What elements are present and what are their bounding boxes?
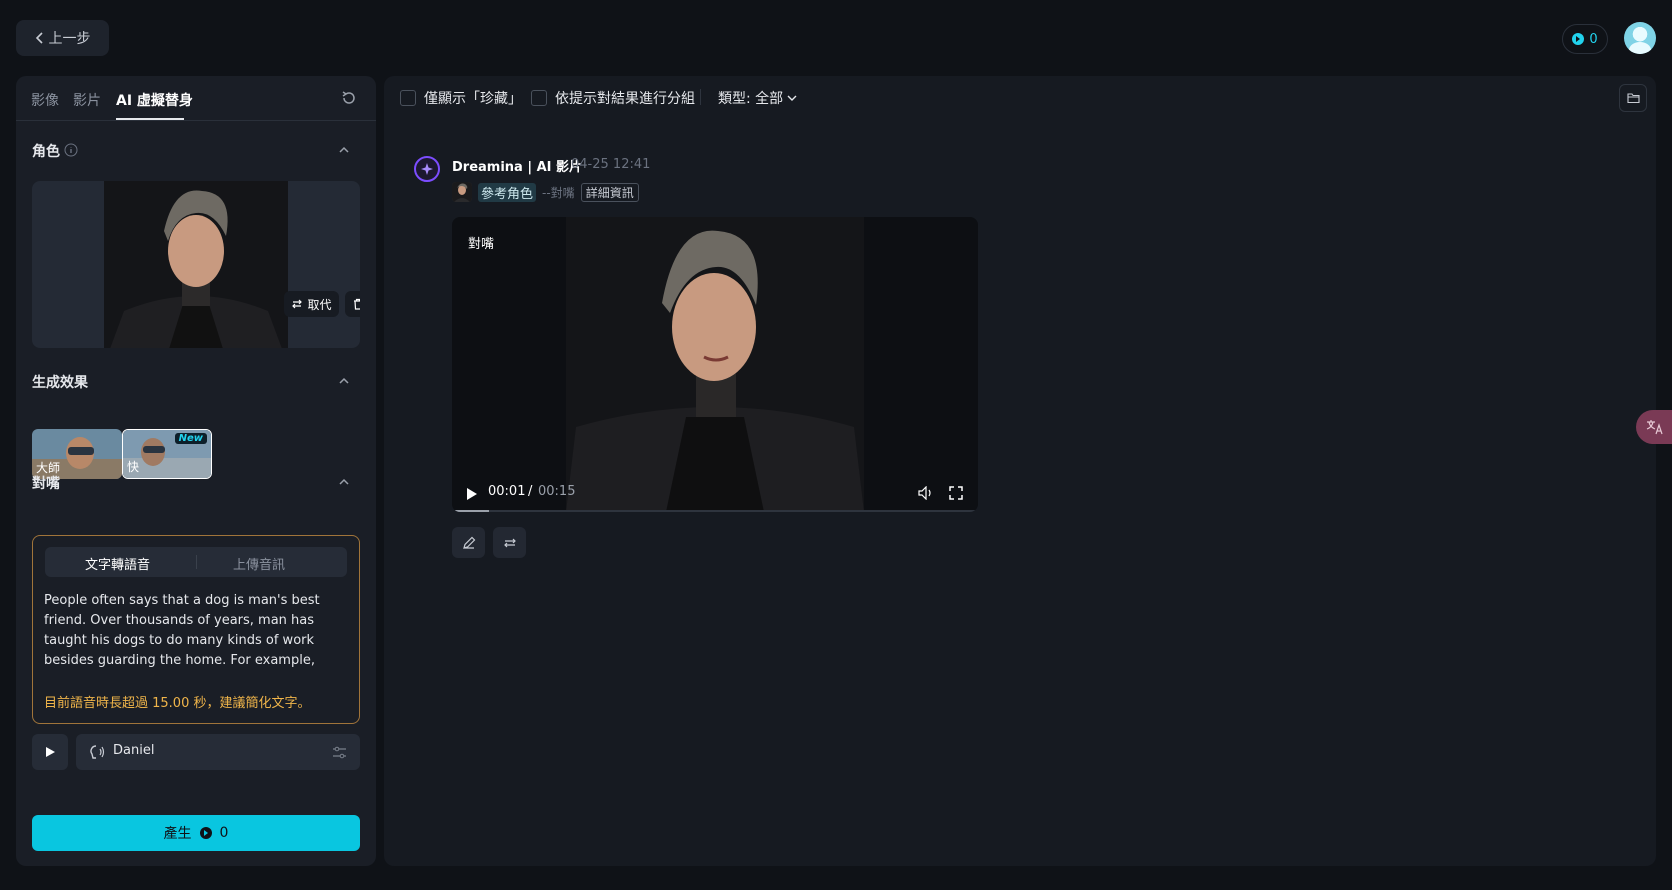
type-filter-label: 類型: 全部	[718, 91, 784, 107]
reference-mode: --對嘴	[542, 185, 575, 200]
tab-image[interactable]: 影像	[31, 90, 59, 110]
folder-icon	[1626, 93, 1640, 104]
swap-icon	[503, 538, 516, 547]
back-button[interactable]: 上一步	[16, 20, 109, 56]
translate-icon	[1646, 420, 1663, 435]
coin-icon	[199, 827, 212, 839]
mode-upload-audio[interactable]: 上傳音訊	[233, 554, 285, 573]
effect-option-fast[interactable]: New 快	[122, 429, 212, 479]
lipsync-section-title: 對嘴	[32, 476, 60, 492]
left-panel: 影像 影片 AI 虛擬替身 角色 取代 生成效果 大師 New 快 對嘴 文字轉…	[16, 76, 376, 866]
pencil-icon	[462, 536, 475, 549]
favorites-only-checkbox[interactable]	[400, 90, 416, 106]
coin-icon	[1572, 33, 1585, 45]
replace-button[interactable]: 取代	[284, 291, 339, 317]
voice-select[interactable]: Daniel	[76, 734, 360, 770]
message-date: 04-25	[571, 157, 609, 172]
new-badge: New	[174, 433, 207, 444]
role-section-title: 角色	[32, 144, 60, 160]
delete-button[interactable]	[345, 291, 360, 317]
sliders-icon[interactable]	[332, 745, 347, 760]
group-by-prompt-checkbox[interactable]	[531, 90, 547, 106]
effect-section-title: 生成效果	[32, 375, 88, 391]
tab-ai-avatar[interactable]: AI 虛擬替身	[116, 90, 193, 110]
generate-label: 產生	[163, 826, 192, 842]
details-button[interactable]: 詳細資訊	[580, 182, 639, 202]
volume-icon[interactable]	[918, 486, 934, 500]
voice-icon	[90, 745, 105, 759]
chevron-down-icon	[787, 95, 797, 101]
trash-icon	[354, 298, 360, 310]
chevron-left-icon	[35, 32, 43, 44]
effect-label: 快	[127, 460, 140, 474]
mode-divider	[196, 555, 197, 569]
tab-video[interactable]: 影片	[73, 90, 101, 110]
swap-icon	[292, 299, 303, 309]
chevron-up-icon[interactable]	[338, 476, 350, 488]
lipsync-box: 文字轉語音 上傳音訊 People often says that a dog …	[32, 535, 360, 724]
refresh-icon[interactable]	[340, 89, 358, 107]
generate-button[interactable]: 產生 0	[32, 815, 360, 851]
active-tab-indicator	[116, 118, 184, 120]
video-controls: 00:01 / 00:15	[452, 482, 978, 508]
edit-button[interactable]	[452, 527, 485, 558]
role-card: 取代	[32, 181, 360, 348]
video-tag: 對嘴	[468, 237, 495, 252]
script-textarea[interactable]: People often says that a dog is man's be…	[44, 591, 350, 671]
message-source: Dreamina | AI 影片	[452, 160, 583, 175]
translate-button[interactable]	[1636, 410, 1672, 444]
reference-row: 參考角色 --對嘴 詳細資訊	[452, 182, 639, 202]
play-icon	[46, 747, 55, 757]
voice-name: Daniel	[113, 743, 155, 758]
video-frame	[566, 217, 864, 512]
filter-divider	[700, 89, 701, 105]
folder-button[interactable]	[1619, 84, 1647, 112]
credits-count: 0	[1589, 31, 1598, 47]
replace-label: 取代	[307, 297, 332, 312]
credits-pill[interactable]: 0	[1562, 24, 1608, 54]
message-time: 12:41	[612, 157, 651, 172]
chevron-up-icon[interactable]	[338, 375, 350, 387]
type-filter-dropdown[interactable]: 類型: 全部	[718, 88, 797, 108]
right-panel: 僅顯示「珍藏」 依提示對結果進行分組 類型: 全部 Dreamina | AI …	[384, 76, 1656, 866]
back-label: 上一步	[48, 31, 91, 47]
effect-option-master[interactable]: 大師	[32, 429, 122, 479]
video-player[interactable]: 對嘴 00:01 / 00:15	[452, 217, 978, 512]
mode-text-to-speech[interactable]: 文字轉語音	[85, 554, 150, 573]
current-time: 00:01	[488, 484, 526, 499]
dreamina-logo-icon	[414, 156, 440, 182]
generate-cost: 0	[219, 825, 229, 841]
message-timestamp: 04-25 12:41	[571, 157, 650, 172]
chevron-up-icon[interactable]	[338, 144, 350, 156]
reference-role-link[interactable]: 參考角色	[478, 182, 537, 202]
time-separator: /	[528, 484, 533, 499]
play-icon[interactable]	[466, 487, 478, 501]
video-progress-bar[interactable]	[452, 510, 978, 512]
reference-thumbnail	[452, 182, 472, 202]
top-bar: 上一步 0	[0, 0, 1672, 76]
voice-preview-button[interactable]	[32, 734, 68, 770]
mode-tabs: 影像 影片 AI 虛擬替身	[16, 76, 376, 121]
user-avatar[interactable]	[1624, 22, 1656, 54]
duration: 00:15	[538, 484, 576, 499]
role-image	[104, 181, 288, 348]
info-icon[interactable]	[64, 143, 78, 157]
duration-warning: 目前語音時長超過 15.00 秒，建議簡化文字。	[44, 696, 311, 711]
group-by-prompt-label[interactable]: 依提示對結果進行分組	[555, 88, 695, 108]
video-progress-fill	[452, 510, 489, 512]
favorites-only-label[interactable]: 僅顯示「珍藏」	[424, 88, 522, 108]
lipsync-mode-toggle: 文字轉語音 上傳音訊	[45, 547, 347, 577]
regenerate-button[interactable]	[493, 527, 526, 558]
fullscreen-icon[interactable]	[949, 486, 963, 500]
